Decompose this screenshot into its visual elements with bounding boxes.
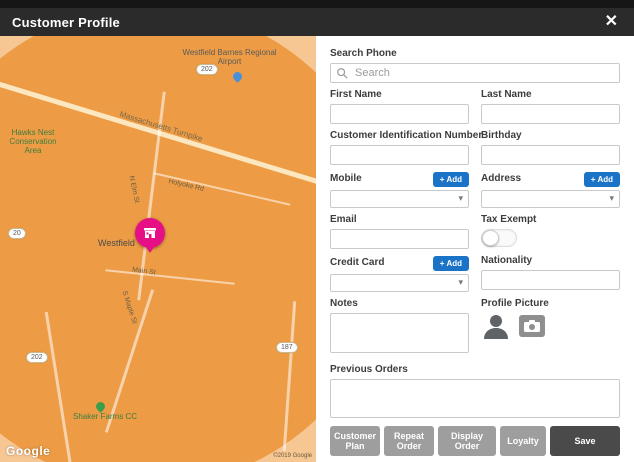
first-name-label: First Name [330,89,382,100]
google-logo: Google [6,444,51,458]
email-label: Email [330,214,357,225]
person-icon [484,315,508,339]
route-shield-202-bottom: 202 [26,352,48,363]
route-shield-202-top: 202 [196,64,218,75]
plus-icon: + [439,174,445,184]
last-name-label: Last Name [481,89,532,100]
map-label-golf: Shaker Farms CC [72,412,137,421]
loyalty-button[interactable]: Loyalty [500,426,547,456]
search-phone-input[interactable] [330,63,620,83]
last-name-input[interactable] [481,104,620,124]
search-phone-label: Search Phone [330,48,397,59]
tax-exempt-toggle[interactable] [481,229,517,247]
camera-icon [524,320,540,332]
first-name-input[interactable] [330,104,469,124]
address-select[interactable]: ▾ [481,190,620,208]
cin-label: Customer Identification Number [330,130,483,141]
cin-input[interactable] [330,145,469,165]
address-label: Address [481,173,522,184]
customer-location-map[interactable]: Westfield Barnes Regional Airport Hawks … [0,36,316,462]
notes-textarea[interactable] [330,313,469,353]
chevron-down-icon: ▾ [609,193,614,203]
nationality-input[interactable] [481,270,620,290]
dialog-header: Customer Profile ✕ [0,8,634,36]
previous-orders-label: Previous Orders [330,364,408,375]
add-credit-card-label: Add [446,258,462,268]
customer-profile-dialog: Customer Profile ✕ Westfield Barnes Regi… [0,0,634,462]
add-address-label: Add [597,174,613,184]
map-label-airport: Westfield Barnes Regional Airport [182,48,277,66]
repeat-order-button[interactable]: Repeat Order [384,426,435,456]
map-label-conservation: Hawks Nest Conservation Area [9,128,57,155]
save-button[interactable]: Save [550,426,621,456]
close-icon[interactable]: ✕ [601,12,622,32]
credit-card-label: Credit Card [330,257,385,268]
plus-icon: + [590,174,596,184]
add-mobile-button[interactable]: + Add [432,171,469,187]
action-buttons: Customer Plan Repeat Order Display Order… [330,426,621,456]
plus-icon: + [439,258,445,268]
route-shield-20: 20 [8,228,26,239]
dialog-body: Westfield Barnes Regional Airport Hawks … [0,36,634,462]
customer-location-marker[interactable] [135,218,165,253]
notes-label: Notes [330,298,358,309]
add-address-button[interactable]: + Add [583,171,620,187]
customer-form: Search Phone First Name Last Name [316,36,634,462]
mobile-select[interactable]: ▾ [330,190,469,208]
credit-card-select[interactable]: ▾ [330,274,469,292]
search-icon [337,68,348,79]
map-label-city: Westfield [98,238,135,248]
chevron-down-icon: ▾ [458,277,463,287]
profile-picture-label: Profile Picture [481,298,549,309]
app-titlebar [0,0,634,8]
chevron-down-icon: ▾ [458,193,463,203]
route-shield-187: 187 [276,342,298,353]
nationality-label: Nationality [481,255,533,266]
previous-orders-box[interactable] [330,379,620,418]
add-credit-card-button[interactable]: + Add [432,255,469,271]
map-attribution: ©2019 Google [273,453,312,459]
profile-avatar-button[interactable] [481,313,511,339]
customer-plan-button[interactable]: Customer Plan [330,426,381,456]
add-mobile-label: Add [446,174,462,184]
tax-exempt-label: Tax Exempt [481,214,537,225]
display-order-button[interactable]: Display Order [438,426,497,456]
store-icon [144,228,156,238]
toggle-knob [482,230,499,246]
camera-button[interactable] [519,315,545,337]
mobile-label: Mobile [330,173,362,184]
birthday-input[interactable] [481,145,620,165]
email-input[interactable] [330,229,469,249]
dialog-title: Customer Profile [12,14,120,30]
birthday-label: Birthday [481,130,522,141]
